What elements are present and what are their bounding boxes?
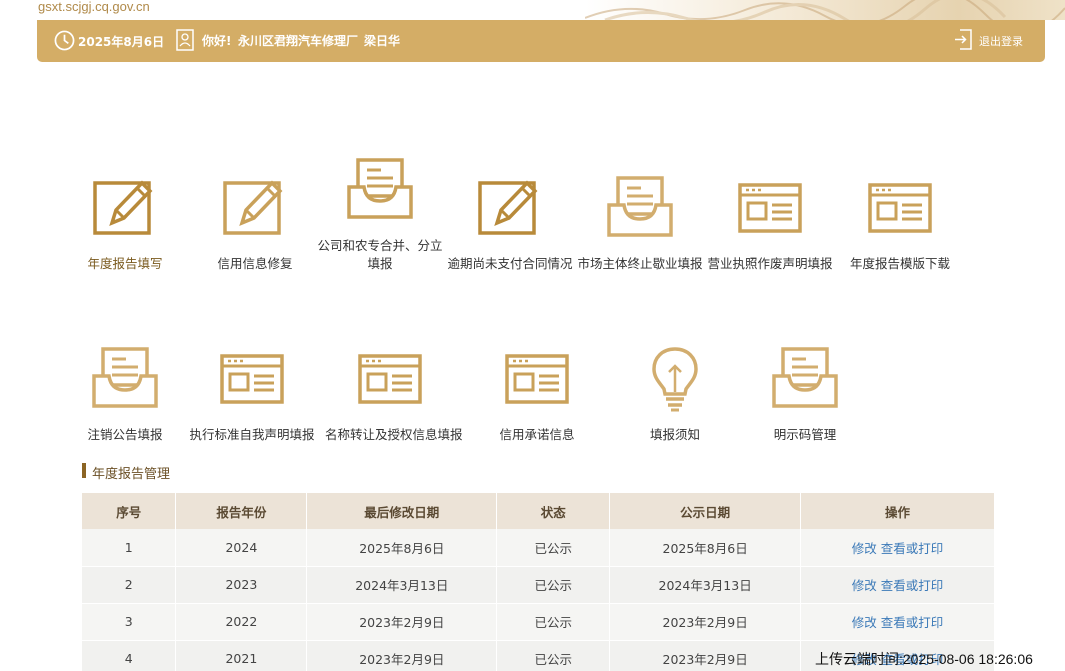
tile-label: 年度报告模版下载 bbox=[849, 256, 950, 271]
cell-year: 2023 bbox=[175, 566, 308, 604]
cell-modified: 2024年3月13日 bbox=[306, 566, 498, 604]
tile-disclosure-code[interactable]: 明示码管理 bbox=[740, 346, 870, 446]
section-title: 年度报告管理 bbox=[82, 463, 170, 482]
cell-no: 4 bbox=[82, 640, 177, 671]
tile-template-download[interactable]: 年度报告模版下载 bbox=[835, 175, 965, 275]
inbox-icon bbox=[772, 347, 838, 408]
cell-status: 已公示 bbox=[496, 640, 611, 671]
top-banner-decoration bbox=[0, 0, 1065, 20]
table-row: 3 2022 2023年2月9日 已公示 2023年2月9日 修改 查看或打印 bbox=[82, 603, 995, 641]
window-form-icon bbox=[358, 354, 422, 404]
edit-link[interactable]: 修改 bbox=[852, 615, 877, 630]
company-name: 永川区君翔汽车修理厂 bbox=[238, 34, 359, 48]
cell-modified: 2023年2月9日 bbox=[306, 640, 498, 671]
cell-no: 2 bbox=[82, 566, 177, 604]
tile-merge-split[interactable]: 公司和农专合并、分立 填报 bbox=[315, 157, 445, 275]
ornament-pattern-icon bbox=[585, 0, 1065, 20]
cell-status: 已公示 bbox=[496, 603, 611, 641]
tile-label: 明示码管理 bbox=[773, 427, 837, 442]
tile-label: 营业执照作废声明填报 bbox=[707, 256, 833, 271]
cell-year: 2021 bbox=[175, 640, 308, 671]
tile-label: 逾期尚未支付合同情况 bbox=[447, 256, 573, 271]
table-row: 2 2023 2024年3月13日 已公示 2024年3月13日 修改 查看或打… bbox=[82, 566, 995, 604]
cell-modified: 2023年2月9日 bbox=[306, 603, 498, 641]
view-print-link[interactable]: 查看或打印 bbox=[881, 615, 944, 630]
tile-market-termination[interactable]: 市场主体终止歇业填报 bbox=[575, 175, 705, 275]
site-domain: gsxt.scjgj.cq.gov.cn bbox=[38, 0, 150, 14]
cell-actions: 修改 查看或打印 bbox=[800, 566, 995, 604]
edit-link[interactable]: 修改 bbox=[852, 541, 877, 556]
logout-icon[interactable] bbox=[954, 29, 972, 50]
inbox-icon bbox=[347, 158, 413, 219]
cell-published: 2025年8月6日 bbox=[609, 529, 802, 567]
window-form-icon bbox=[868, 183, 932, 233]
tile-filing-instructions[interactable]: 填报须知 bbox=[610, 346, 740, 446]
cell-no: 1 bbox=[82, 529, 177, 567]
window-form-icon bbox=[505, 354, 569, 404]
cell-year: 2024 bbox=[175, 529, 308, 567]
current-date: 2025年8月6日 bbox=[78, 35, 165, 49]
table-row: 1 2024 2025年8月6日 已公示 2025年8月6日 修改 查看或打印 bbox=[82, 529, 995, 567]
cell-published: 2023年2月9日 bbox=[609, 640, 802, 671]
tile-standard-declaration[interactable]: 执行标准自我声明填报 bbox=[187, 346, 317, 446]
logout-link[interactable]: 退出登录 bbox=[979, 33, 1023, 49]
upload-timestamp-overlay: 上传云端时间:2025-08-06 18:26:06 bbox=[815, 651, 1033, 667]
lightbulb-icon bbox=[652, 347, 698, 412]
cell-status: 已公示 bbox=[496, 566, 611, 604]
window-form-icon bbox=[220, 354, 284, 404]
tile-license-void[interactable]: 营业执照作废声明填报 bbox=[705, 175, 835, 275]
edit-icon bbox=[223, 180, 283, 235]
inbox-icon bbox=[92, 347, 158, 408]
cell-year: 2022 bbox=[175, 603, 308, 641]
cell-status: 已公示 bbox=[496, 529, 611, 567]
user-name: 梁日华 bbox=[364, 34, 401, 48]
col-header: 操作 bbox=[800, 493, 995, 529]
col-header: 公示日期 bbox=[609, 493, 802, 529]
view-print-link[interactable]: 查看或打印 bbox=[881, 541, 944, 556]
tile-label: 信用承诺信息 bbox=[499, 427, 575, 442]
col-header: 最后修改日期 bbox=[306, 493, 498, 529]
annual-report-table: 序号 报告年份 最后修改日期 状态 公示日期 操作 1 2024 2025年8月… bbox=[82, 493, 995, 671]
tile-label: 名称转让及授权信息填报 bbox=[325, 427, 463, 442]
clock-icon bbox=[54, 30, 75, 51]
edit-link[interactable]: 修改 bbox=[852, 578, 877, 593]
inbox-icon bbox=[607, 176, 673, 237]
cell-actions: 修改 查看或打印 bbox=[800, 529, 995, 567]
tile-deregistration-notice[interactable]: 注销公告填报 bbox=[60, 346, 190, 446]
id-badge-icon bbox=[176, 29, 194, 51]
header-bar: 2025年8月6日 你好! 永川区君翔汽车修理厂 梁日华 退出登录 bbox=[37, 20, 1045, 62]
greeting-text: 你好! bbox=[202, 34, 232, 48]
tile-credit-repair[interactable]: 信用信息修复 bbox=[190, 175, 320, 275]
cell-modified: 2025年8月6日 bbox=[306, 529, 498, 567]
table-header-row: 序号 报告年份 最后修改日期 状态 公示日期 操作 bbox=[82, 493, 995, 529]
col-header: 状态 bbox=[496, 493, 611, 529]
tile-label-line1: 公司和农专合并、分立 bbox=[317, 238, 443, 253]
tile-label: 填报须知 bbox=[649, 427, 700, 442]
tile-label-line2: 填报 bbox=[367, 256, 393, 271]
edit-icon bbox=[478, 180, 538, 235]
tile-label: 市场主体终止歇业填报 bbox=[577, 256, 703, 271]
col-header: 序号 bbox=[82, 493, 177, 529]
view-print-link[interactable]: 查看或打印 bbox=[881, 578, 944, 593]
cell-actions: 修改 查看或打印 bbox=[800, 603, 995, 641]
page: gsxt.scjgj.cq.gov.cn 2025年8月6日 你好! 永川区君翔… bbox=[0, 0, 1065, 671]
tile-credit-commitment[interactable]: 信用承诺信息 bbox=[472, 346, 602, 446]
tile-label: 信用信息修复 bbox=[217, 256, 293, 271]
cell-published: 2023年2月9日 bbox=[609, 603, 802, 641]
window-form-icon bbox=[738, 183, 802, 233]
tile-label: 年度报告填写 bbox=[87, 256, 163, 271]
tile-name-transfer[interactable]: 名称转让及授权信息填报 bbox=[325, 346, 463, 446]
tile-label: 注销公告填报 bbox=[87, 427, 163, 442]
col-header: 报告年份 bbox=[175, 493, 308, 529]
tile-label: 执行标准自我声明填报 bbox=[189, 427, 315, 442]
cell-no: 3 bbox=[82, 603, 177, 641]
edit-icon bbox=[93, 180, 153, 235]
cell-published: 2024年3月13日 bbox=[609, 566, 802, 604]
tile-annual-report-fill[interactable]: 年度报告填写 bbox=[60, 175, 190, 275]
tile-overdue-contracts[interactable]: 逾期尚未支付合同情况 bbox=[445, 175, 575, 275]
